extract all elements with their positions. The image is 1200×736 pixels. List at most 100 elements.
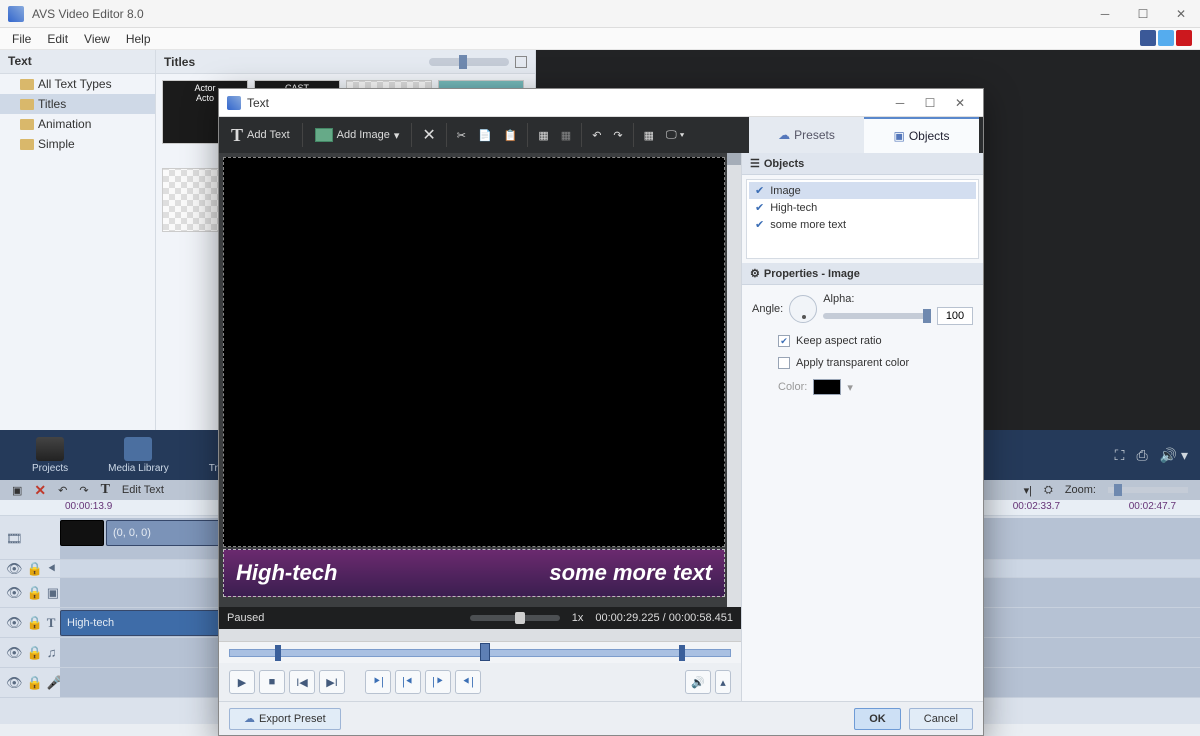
- object-item-moretext[interactable]: ✔some more text: [749, 216, 976, 233]
- marker-icon[interactable]: ▾|: [1024, 484, 1032, 497]
- folder-icon: [20, 99, 34, 110]
- lock-icon[interactable]: 🔒: [27, 561, 43, 577]
- speed-slider[interactable]: [470, 615, 560, 621]
- media-library-button[interactable]: Media Library: [108, 437, 169, 474]
- thumb-grid-icon[interactable]: [515, 56, 527, 68]
- eye-icon[interactable]: 👁: [6, 675, 23, 691]
- settings-icon[interactable]: ⛭: [1044, 484, 1053, 497]
- volume-icon[interactable]: 🔊 ▾: [1160, 447, 1188, 464]
- volume-dropdown[interactable]: ▴: [715, 670, 731, 694]
- objects-section-header: ☰Objects: [742, 153, 983, 175]
- stop-button[interactable]: ■: [259, 670, 285, 694]
- color-dropdown-icon[interactable]: ▾: [847, 381, 853, 394]
- camera-icon[interactable]: ⎙: [1136, 447, 1147, 464]
- thumb-size-slider[interactable]: [429, 58, 509, 66]
- redo-button[interactable]: ↷: [607, 129, 628, 142]
- text-panel-header: Text: [0, 50, 155, 74]
- tree-simple[interactable]: Simple: [0, 134, 155, 154]
- hscrollbar[interactable]: [219, 629, 741, 641]
- color-swatch[interactable]: [813, 379, 841, 395]
- next-frame-button[interactable]: ▶I: [319, 670, 345, 694]
- image-object[interactable]: [223, 157, 725, 547]
- menu-file[interactable]: File: [4, 30, 39, 48]
- lock-icon[interactable]: 🔒: [27, 645, 43, 661]
- clear-out-button[interactable]: ⯇|: [455, 670, 481, 694]
- tree-animation[interactable]: Animation: [0, 114, 155, 134]
- object-item-image[interactable]: ✔Image: [749, 182, 976, 199]
- keep-aspect-checkbox[interactable]: ✔: [778, 335, 790, 347]
- presets-tab[interactable]: ☁Presets: [749, 117, 864, 153]
- redo-icon[interactable]: ↷: [79, 484, 88, 497]
- overlay-icon: ▣: [47, 585, 59, 601]
- lock-icon[interactable]: 🔒: [27, 615, 43, 631]
- canvas-scrollbar[interactable]: [727, 153, 741, 607]
- menu-help[interactable]: Help: [118, 30, 159, 48]
- ok-button[interactable]: OK: [854, 708, 901, 730]
- set-in-button[interactable]: ⯈|: [365, 670, 391, 694]
- clear-in-button[interactable]: |⯈: [425, 670, 451, 694]
- split-icon[interactable]: ▣: [12, 484, 22, 497]
- title-canvas[interactable]: High-tech some more text: [219, 153, 741, 607]
- lock-icon[interactable]: 🔒: [27, 585, 43, 601]
- screen-button[interactable]: 🖵 ▾: [660, 129, 690, 142]
- text-tool-icon[interactable]: T: [101, 482, 110, 498]
- dialog-maximize-button[interactable]: ☐: [915, 92, 945, 114]
- alpha-slider[interactable]: [823, 313, 931, 319]
- tree-titles[interactable]: Titles: [0, 94, 155, 114]
- grid-button[interactable]: ▦: [638, 129, 660, 142]
- dialog-minimize-button[interactable]: ─: [885, 92, 915, 114]
- eye-icon[interactable]: 👁: [6, 585, 23, 601]
- copy-button[interactable]: 📄: [472, 129, 498, 142]
- title-banner[interactable]: High-tech some more text: [223, 549, 725, 597]
- add-image-button[interactable]: Add Image▾: [315, 128, 400, 142]
- export-preset-button[interactable]: ☁Export Preset: [229, 708, 341, 730]
- collapse-icon[interactable]: ⯇: [47, 561, 57, 577]
- menu-view[interactable]: View: [76, 30, 118, 48]
- maximize-button[interactable]: ☐: [1124, 0, 1162, 28]
- tree-all-text-types[interactable]: All Text Types: [0, 74, 155, 94]
- facebook-icon[interactable]: [1140, 30, 1156, 46]
- play-button[interactable]: ▶: [229, 670, 255, 694]
- bring-front-button[interactable]: ▦: [532, 129, 554, 142]
- undo-icon[interactable]: ↶: [58, 484, 67, 497]
- scrub-bar[interactable]: [219, 641, 741, 663]
- playhead[interactable]: [480, 643, 490, 661]
- alpha-label: Alpha:: [823, 293, 973, 305]
- zoom-slider[interactable]: [1108, 487, 1188, 493]
- object-item-hightech[interactable]: ✔High-tech: [749, 199, 976, 216]
- lock-icon[interactable]: 🔒: [27, 675, 43, 691]
- delete-button[interactable]: ✕: [416, 125, 441, 145]
- twitter-icon[interactable]: [1158, 30, 1174, 46]
- eye-icon[interactable]: 👁: [6, 561, 23, 577]
- edit-text-button[interactable]: Edit Text: [122, 484, 164, 496]
- angle-wheel[interactable]: [789, 295, 817, 323]
- menu-edit[interactable]: Edit: [39, 30, 76, 48]
- out-point-marker[interactable]: [679, 645, 685, 661]
- add-text-button[interactable]: TAdd Text: [231, 125, 290, 146]
- minimize-button[interactable]: ─: [1086, 0, 1124, 28]
- eye-icon[interactable]: 👁: [6, 645, 23, 661]
- video-clip[interactable]: [60, 520, 104, 546]
- film-icon: [124, 437, 152, 461]
- prev-frame-button[interactable]: I◀: [289, 670, 315, 694]
- alpha-input[interactable]: [937, 307, 973, 325]
- transparent-color-checkbox[interactable]: [778, 357, 790, 369]
- close-button[interactable]: ✕: [1162, 0, 1200, 28]
- undo-button[interactable]: ↶: [586, 129, 607, 142]
- eye-icon[interactable]: 👁: [6, 615, 23, 631]
- in-point-marker[interactable]: [275, 645, 281, 661]
- youtube-icon[interactable]: [1176, 30, 1192, 46]
- dialog-close-button[interactable]: ✕: [945, 92, 975, 114]
- snapshot-icon[interactable]: ⛶: [1115, 447, 1125, 464]
- send-back-button[interactable]: ▦: [555, 129, 577, 142]
- cut-button[interactable]: ✂: [451, 129, 472, 142]
- cancel-button[interactable]: Cancel: [909, 708, 973, 730]
- text-track-icon: T: [47, 615, 56, 631]
- projects-button[interactable]: Projects: [32, 437, 68, 474]
- gear-icon: ⚙: [750, 267, 760, 280]
- paste-button[interactable]: 📋: [498, 129, 524, 142]
- objects-tab[interactable]: ▣Objects: [864, 117, 979, 153]
- volume-button[interactable]: 🔊: [685, 670, 711, 694]
- set-out-button[interactable]: |⯇: [395, 670, 421, 694]
- delete-icon[interactable]: ✕: [34, 482, 46, 499]
